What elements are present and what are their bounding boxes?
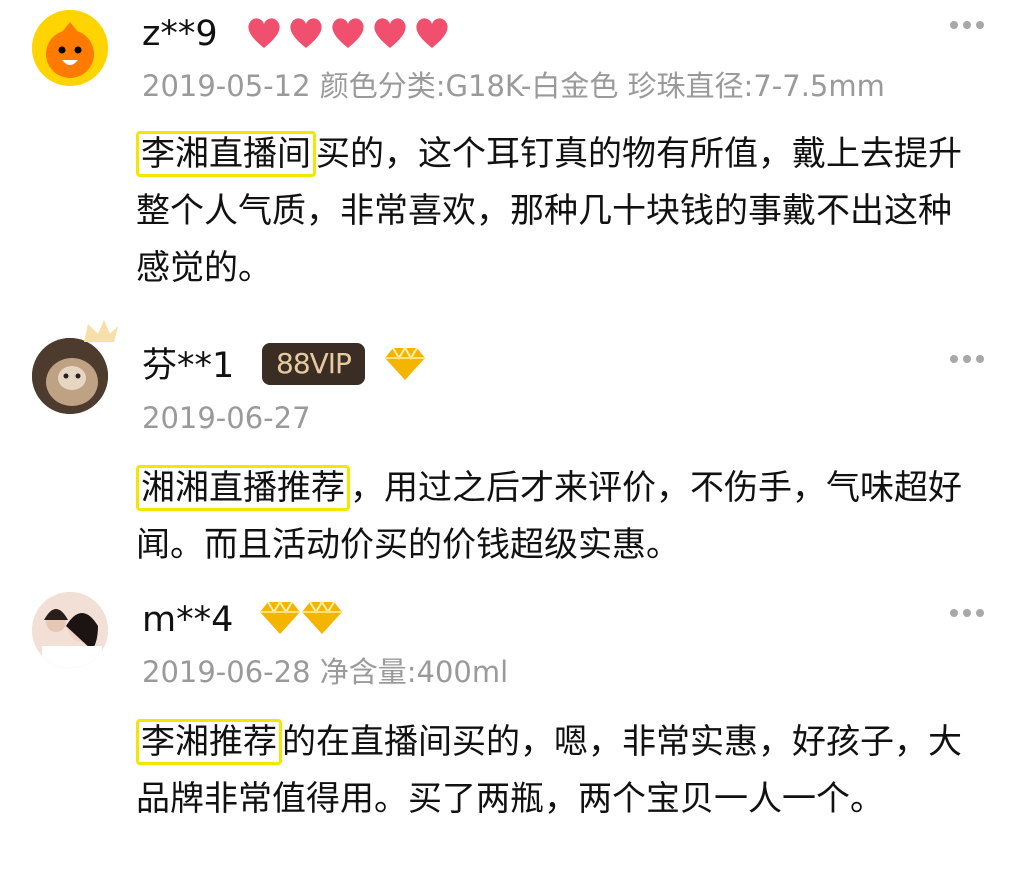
heart-icon xyxy=(248,18,448,48)
review-meta: 2019-05-12 颜色分类:G18K-白金色 珍珠直径:7-7.5mm xyxy=(142,69,885,103)
highlight-box: 李湘直播间 xyxy=(136,131,316,177)
username[interactable]: m**4 xyxy=(142,600,233,640)
more-options-icon[interactable] xyxy=(950,354,984,364)
review-meta: 2019-06-28 净含量:400ml xyxy=(142,655,509,689)
more-options-icon[interactable] xyxy=(950,608,984,618)
diamond-icon xyxy=(260,600,342,634)
rating-badges xyxy=(244,14,458,54)
avatar[interactable] xyxy=(32,592,108,668)
review-text: 李湘直播间 买的，这个耳钉真的物有所值，戴上去提升整个人气质，非常喜欢，那种几十块… xyxy=(136,126,976,297)
mascot-avatar-icon xyxy=(32,10,108,86)
review-meta: 2019-06-27 xyxy=(142,401,311,435)
review-text: 湘湘直播推荐 ，用过之后才来评价，不伤手，气味超好闻。而且活动价买的价钱超级实惠。 xyxy=(136,460,976,574)
highlight-box: 湘湘直播推荐 xyxy=(136,465,350,511)
photo-avatar-icon xyxy=(32,592,108,668)
diamond-icon xyxy=(385,346,425,380)
highlight-box: 李湘推荐 xyxy=(136,719,282,765)
avatar[interactable] xyxy=(32,10,108,86)
username[interactable]: 芬**1 xyxy=(142,346,234,386)
vip-badge: 88VIP xyxy=(262,343,365,385)
review-text: 李湘推荐 的在直播间买的，嗯，非常实惠，好孩子，大品牌非常值得用。买了两瓶，两个宝… xyxy=(136,714,976,828)
crown-icon xyxy=(84,320,118,342)
cat-photo-avatar-icon xyxy=(32,338,108,414)
avatar[interactable] xyxy=(32,338,108,414)
username[interactable]: z**9 xyxy=(142,14,218,54)
more-options-icon[interactable] xyxy=(950,20,984,30)
